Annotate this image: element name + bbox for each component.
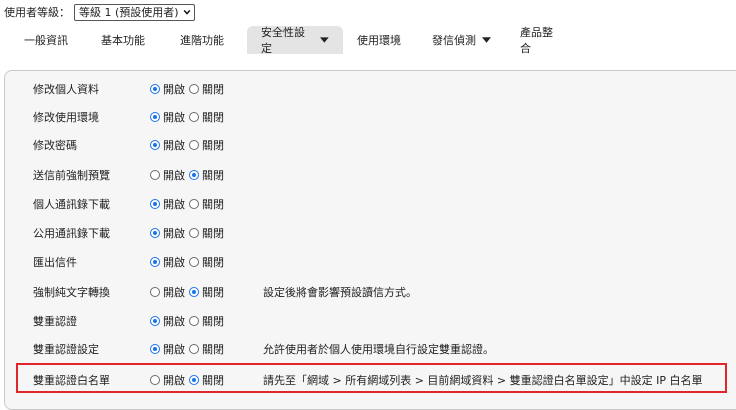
radio-off[interactable] — [189, 316, 199, 326]
radio-off[interactable] — [189, 140, 199, 150]
tab-basic-features[interactable]: 基本功能 — [87, 26, 166, 54]
radio-on-label[interactable]: 開啟 — [163, 313, 185, 329]
user-level-bar: 使用者等級： 等級 1 (預設使用者) — [4, 2, 195, 22]
setting-options: 開啟 關閉 — [150, 167, 228, 183]
setting-options: 開啟 關閉 — [150, 225, 228, 241]
setting-options: 開啟 關閉 — [150, 254, 228, 270]
tab-environment[interactable]: 使用環境 — [343, 26, 418, 54]
radio-on[interactable] — [150, 257, 160, 267]
setting-options: 開啟 關閉 — [150, 284, 228, 300]
radio-off[interactable] — [189, 228, 199, 238]
setting-name: 雙重認證設定 — [33, 343, 99, 356]
setting-name: 公用通訊錄下載 — [33, 227, 110, 240]
radio-on-label[interactable]: 開啟 — [163, 196, 185, 212]
radio-off-label[interactable]: 關閉 — [202, 341, 224, 357]
setting-options: 開啟 關閉 — [150, 196, 228, 212]
radio-off[interactable] — [189, 84, 199, 94]
caret-down-icon — [482, 37, 491, 43]
setting-options: 開啟 關閉 — [150, 109, 228, 125]
setting-name: 雙重認證 — [33, 315, 77, 328]
radio-on[interactable] — [150, 228, 160, 238]
radio-on[interactable] — [150, 316, 160, 326]
radio-on[interactable] — [150, 84, 160, 94]
caret-down-icon — [320, 37, 329, 43]
radio-off-label[interactable]: 關閉 — [202, 137, 224, 153]
setting-name: 修改個人資料 — [33, 83, 99, 96]
radio-off-label[interactable]: 關閉 — [202, 254, 224, 270]
radio-on-label[interactable]: 開啟 — [163, 109, 185, 125]
radio-on[interactable] — [150, 140, 160, 150]
setting-description: 設定後將會影響預設讀信方式。 — [263, 286, 417, 299]
setting-options: 開啟 關閉 — [150, 137, 228, 153]
radio-on-label[interactable]: 開啟 — [163, 254, 185, 270]
radio-on[interactable] — [150, 199, 160, 209]
setting-name: 修改使用環境 — [33, 111, 99, 124]
user-level-select[interactable]: 等級 1 (預設使用者) — [74, 3, 195, 21]
radio-off[interactable] — [189, 287, 199, 297]
radio-on[interactable] — [150, 112, 160, 122]
radio-off-label[interactable]: 關閉 — [202, 196, 224, 212]
setting-name: 送信前強制預覽 — [33, 169, 110, 182]
radio-on-label[interactable]: 開啟 — [163, 137, 185, 153]
tab-general-info[interactable]: 一般資訊 — [10, 26, 87, 54]
tab-advanced-features[interactable]: 進階功能 — [166, 26, 247, 54]
setting-name: 修改密碼 — [33, 139, 77, 152]
radio-off[interactable] — [189, 170, 199, 180]
radio-on[interactable] — [150, 344, 160, 354]
radio-on-label[interactable]: 開啟 — [163, 167, 185, 183]
setting-description: 允許使用者於個人使用環境自行設定雙重認證。 — [263, 343, 494, 356]
radio-on-label[interactable]: 開啟 — [163, 284, 185, 300]
radio-off-label[interactable]: 關閉 — [202, 313, 224, 329]
radio-off[interactable] — [189, 344, 199, 354]
user-level-label: 使用者等級： — [4, 6, 70, 19]
radio-on[interactable] — [150, 170, 160, 180]
radio-on-label[interactable]: 開啟 — [163, 81, 185, 97]
radio-off-label[interactable]: 關閉 — [202, 167, 224, 183]
setting-options: 開啟 關閉 — [150, 81, 228, 97]
chevron-down-icon — [183, 9, 190, 15]
setting-name: 匯出信件 — [33, 256, 77, 269]
setting-name: 個人通訊錄下載 — [33, 198, 110, 211]
radio-off[interactable] — [189, 257, 199, 267]
setting-options: 開啟 關閉 — [150, 313, 228, 329]
setting-options: 開啟 關閉 — [150, 341, 228, 357]
tab-product-integration[interactable]: 產品整合 — [506, 26, 572, 55]
tab-mail-detection[interactable]: 發信偵測 — [418, 26, 506, 54]
user-level-selected: 等級 1 (預設使用者) — [79, 6, 179, 19]
radio-on[interactable] — [150, 287, 160, 297]
radio-on-label[interactable]: 開啟 — [163, 225, 185, 241]
setting-name: 強制純文字轉換 — [33, 286, 110, 299]
tab-security-settings[interactable]: 安全性設定 — [247, 26, 343, 55]
radio-off-label[interactable]: 關閉 — [202, 225, 224, 241]
radio-off-label[interactable]: 關閉 — [202, 81, 224, 97]
radio-off[interactable] — [189, 199, 199, 209]
highlight-box — [16, 363, 727, 393]
radio-on-label[interactable]: 開啟 — [163, 341, 185, 357]
radio-off[interactable] — [189, 112, 199, 122]
radio-off-label[interactable]: 關閉 — [202, 284, 224, 300]
radio-off-label[interactable]: 關閉 — [202, 109, 224, 125]
settings-tabs: 一般資訊 基本功能 進階功能 安全性設定 使用環境 發信偵測 產品整合 — [10, 26, 572, 55]
